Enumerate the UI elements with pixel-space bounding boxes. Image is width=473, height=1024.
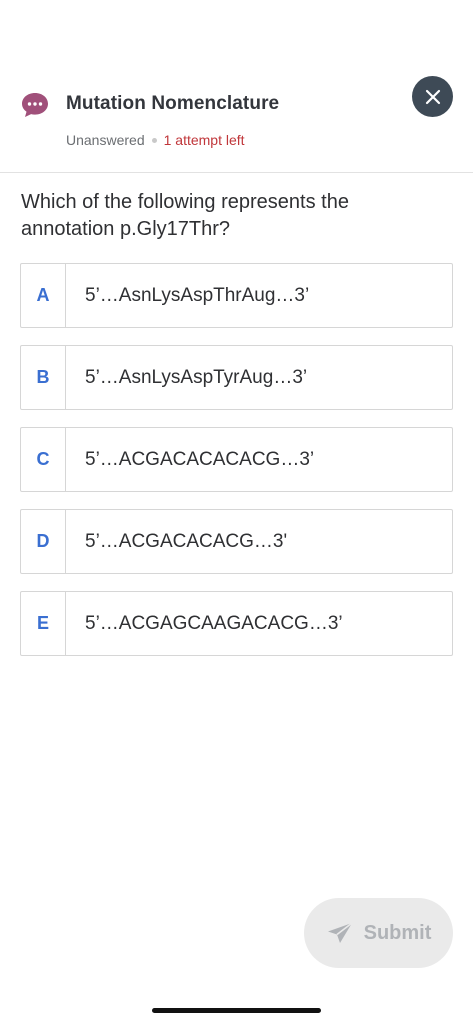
home-indicator[interactable] [152,1008,321,1013]
option-letter: D [21,510,66,573]
option-letter: B [21,346,66,409]
chat-bubble-icon [22,93,48,117]
option-a[interactable]: A 5’…AsnLysAspThrAug…3’ [20,263,453,328]
option-c[interactable]: C 5’…ACGACACACACG…3’ [20,427,453,492]
option-b[interactable]: B 5’…AsnLysAspTyrAug…3’ [20,345,453,410]
option-text: 5’…AsnLysAspThrAug…3’ [85,284,310,306]
send-icon [327,922,353,943]
option-text: 5’…ACGAGCAAGACACG…3’ [85,612,343,634]
option-e[interactable]: E 5’…ACGAGCAAGACACG…3’ [20,591,453,656]
question-header: Mutation Nomenclature Unanswered 1 attem… [0,0,473,173]
option-letter: E [21,592,66,655]
option-letter: A [21,264,66,327]
attempts-left-label: 1 attempt left [163,132,245,148]
submit-button[interactable]: Submit [304,898,453,968]
status-label: Unanswered [66,132,145,148]
close-icon [425,89,440,104]
question-text: Which of the following represents the an… [21,191,349,240]
answer-options: A 5’…AsnLysAspThrAug…3’ B 5’…AsnLysAspTy… [20,263,453,673]
option-text: 5’…ACGACACACACG…3’ [85,448,315,470]
status-row: Unanswered 1 attempt left [66,132,245,148]
option-d[interactable]: D 5’…ACGACACACG…3' [20,509,453,574]
option-letter: C [21,428,66,491]
close-button[interactable] [412,76,453,117]
submit-label: Submit [363,921,432,944]
option-text: 5’…ACGACACACG…3' [85,530,288,552]
option-text: 5’…AsnLysAspTyrAug…3’ [85,366,308,388]
status-separator-dot [151,137,157,143]
page-title: Mutation Nomenclature [66,93,280,114]
